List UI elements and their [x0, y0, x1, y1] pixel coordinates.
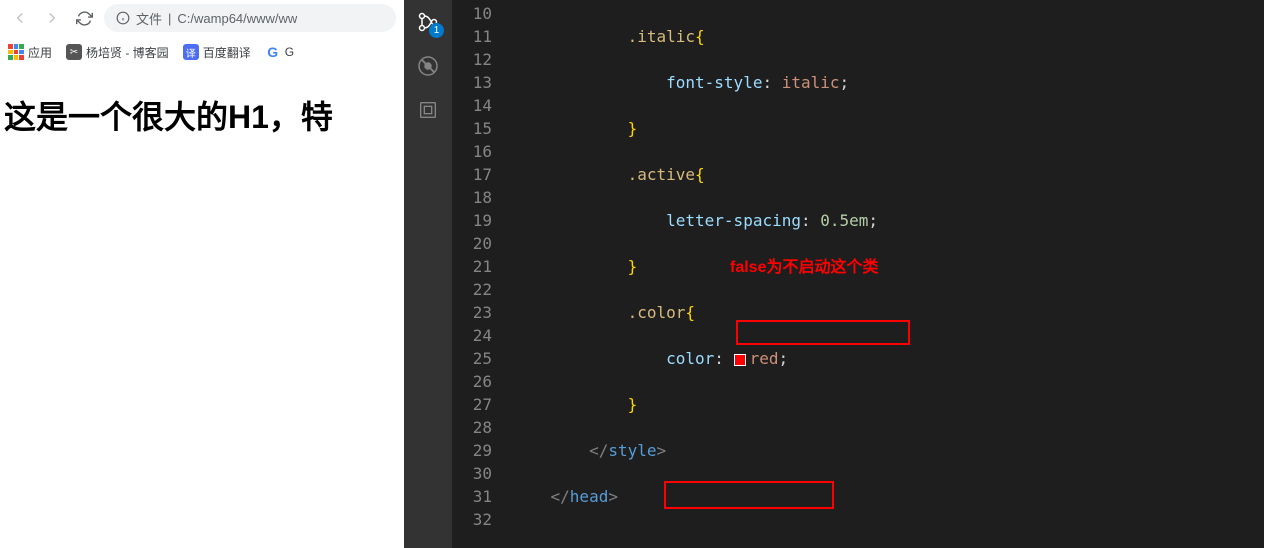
line-gutter: 1011121314151617181920212223242526272829… — [452, 0, 512, 548]
apps-icon — [8, 44, 24, 60]
info-icon — [116, 11, 130, 25]
bookmark-item-3[interactable]: G G — [265, 44, 294, 60]
bookmark-label: 杨培贤 - 博客园 — [86, 44, 169, 61]
source-control-icon[interactable]: 1 — [414, 8, 442, 36]
address-path: C:/wamp64/www/ww — [177, 11, 297, 26]
code-editor: 1 10111213141516171819202122232425262728… — [404, 0, 1264, 548]
address-prefix: 文件 — [136, 9, 162, 28]
address-sep: | — [168, 11, 171, 26]
person-icon: ✂ — [66, 44, 82, 60]
bookmark-label: G — [285, 45, 294, 59]
extensions-icon[interactable] — [414, 96, 442, 124]
page-content: 这是一个很大的H1，特 — [0, 68, 404, 162]
bookmark-item-2[interactable]: 译 百度翻译 — [183, 44, 251, 61]
browser-window: 文件 | C:/wamp64/www/ww 应用 ✂ 杨培贤 - 博客园 译 百… — [0, 0, 404, 548]
activity-bar: 1 — [404, 0, 452, 548]
code-content[interactable]: .italic{ font-style: italic; } .active{ … — [512, 0, 1264, 548]
debug-icon[interactable] — [414, 52, 442, 80]
annotation-text: false为不启动这个类 — [730, 256, 878, 279]
address-bar[interactable]: 文件 | C:/wamp64/www/ww — [104, 4, 396, 32]
forward-button[interactable] — [40, 6, 64, 30]
page-heading: 这是一个很大的H1，特 — [4, 92, 400, 138]
reload-button[interactable] — [72, 6, 96, 30]
bookmarks-bar: 应用 ✂ 杨培贤 - 博客园 译 百度翻译 G G — [0, 36, 404, 68]
browser-nav-bar: 文件 | C:/wamp64/www/ww — [0, 0, 404, 36]
google-icon: G — [265, 44, 281, 60]
bookmark-label: 百度翻译 — [203, 44, 251, 61]
code-area[interactable]: 1011121314151617181920212223242526272829… — [452, 0, 1264, 548]
color-swatch-icon — [734, 354, 746, 366]
apps-shortcut[interactable]: 应用 — [8, 44, 52, 61]
back-button[interactable] — [8, 6, 32, 30]
bookmark-item-1[interactable]: ✂ 杨培贤 - 博客园 — [66, 44, 169, 61]
source-control-badge: 1 — [429, 23, 444, 38]
translate-icon: 译 — [183, 44, 199, 60]
apps-label: 应用 — [28, 44, 52, 61]
